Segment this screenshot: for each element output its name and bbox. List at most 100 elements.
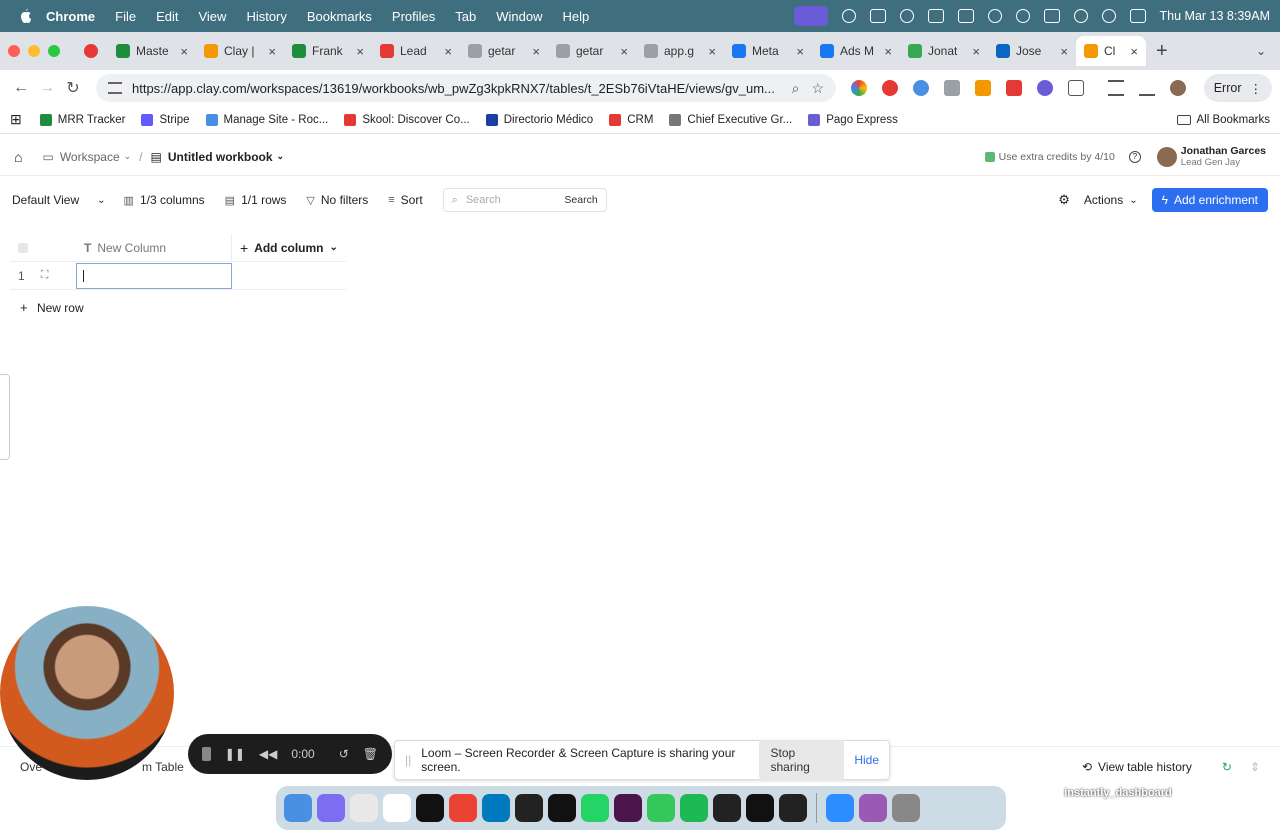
error-button[interactable]: Error ⋮ [1203, 74, 1272, 102]
play-status-icon[interactable] [987, 9, 1002, 23]
close-tab-icon[interactable]: × [972, 44, 980, 59]
dock-app-icon[interactable] [515, 794, 543, 822]
user-menu[interactable]: Jonathan Garces Lead Gen Jay [1156, 145, 1266, 168]
drag-handle-icon[interactable]: || [405, 753, 411, 767]
dock-app-icon[interactable] [284, 794, 312, 822]
search-button[interactable]: Search [564, 194, 597, 206]
rows-button[interactable]: ▤ 1/1 rows [225, 193, 287, 207]
dock-app-icon[interactable] [317, 794, 345, 822]
download-icon[interactable] [1139, 80, 1155, 96]
menu-help[interactable]: Help [563, 9, 590, 24]
openai-status-icon[interactable] [899, 9, 914, 23]
menu-view[interactable]: View [198, 9, 226, 24]
view-selector[interactable]: Default View ⌄ [12, 193, 106, 207]
bookmark-item[interactable]: CRM [609, 113, 653, 126]
rewind-icon[interactable]: ◀◀ [259, 747, 277, 761]
kebab-menu-icon[interactable]: ⋮ [1250, 81, 1263, 96]
refresh-icon[interactable]: ↻ [1222, 760, 1232, 774]
wifi-icon[interactable] [1073, 9, 1088, 23]
close-tab-icon[interactable]: × [796, 44, 804, 59]
pinned-tab[interactable] [78, 36, 108, 66]
browser-tab[interactable]: Clay | × [196, 36, 284, 66]
bookmark-item[interactable]: MRR Tracker [39, 113, 125, 126]
blue-extension-icon[interactable] [913, 80, 929, 96]
bookmark-item[interactable]: Chief Executive Gr... [669, 113, 792, 126]
browser-tab[interactable]: Ads M × [812, 36, 900, 66]
notion-status-icon[interactable] [869, 9, 886, 23]
close-tab-icon[interactable]: × [884, 44, 892, 59]
menu-history[interactable]: History [246, 9, 286, 24]
menubar-clock[interactable]: Thu Mar 13 8:39AM [1160, 9, 1270, 23]
close-tab-icon[interactable]: × [268, 44, 276, 59]
new-tab-icon[interactable]: + [1156, 40, 1168, 63]
add-enrichment-button[interactable]: ϟ Add enrichment [1151, 188, 1268, 212]
dock-app-icon[interactable] [581, 794, 609, 822]
browser-tab[interactable]: Maste × [108, 36, 196, 66]
close-window-icon[interactable] [8, 45, 20, 57]
browser-tab[interactable]: Jose × [988, 36, 1076, 66]
moon-icon[interactable] [1015, 9, 1030, 23]
reload-icon[interactable]: ↻ [60, 78, 86, 98]
menu-profiles[interactable]: Profiles [392, 9, 435, 24]
apple-icon[interactable] [18, 8, 32, 24]
resize-icon[interactable]: ⇕ [1250, 760, 1260, 774]
browser-tab[interactable]: Meta × [724, 36, 812, 66]
pause-icon[interactable]: ❚❚ [225, 747, 245, 761]
badge-extension-icon[interactable] [1037, 80, 1053, 96]
zoom-status-icon[interactable] [841, 9, 856, 23]
google-extension-icon[interactable] [851, 80, 867, 96]
calendar-status-icon[interactable] [957, 9, 974, 23]
browser-tab[interactable]: Frank × [284, 36, 372, 66]
dock-app-icon[interactable] [779, 794, 807, 822]
menu-window[interactable]: Window [496, 9, 542, 24]
extra-credits-notice[interactable]: Use extra credits by 4/10 [984, 151, 1115, 163]
table-tab[interactable]: m Table [142, 760, 184, 774]
restart-icon[interactable]: ↺ [339, 747, 349, 761]
bookmark-item[interactable]: Directorio Médico [485, 113, 593, 126]
pen-extension-icon[interactable] [975, 80, 991, 96]
dock-app-icon[interactable] [350, 794, 378, 822]
control-center-icon[interactable] [1129, 9, 1146, 23]
dock-app-icon[interactable] [859, 794, 887, 822]
webcam-bubble[interactable] [0, 606, 174, 780]
maximize-window-icon[interactable] [48, 45, 60, 57]
select-all-checkbox[interactable] [10, 234, 76, 261]
menu-bookmarks[interactable]: Bookmarks [307, 9, 372, 24]
browser-tab[interactable]: Lead × [372, 36, 460, 66]
menu-app-name[interactable]: Chrome [46, 9, 95, 24]
forward-arrow-icon[interactable]: → [34, 79, 60, 97]
menu-file[interactable]: File [115, 9, 136, 24]
sort-button[interactable]: ≡ Sort [388, 193, 422, 207]
new-row-button[interactable]: + New row [20, 300, 84, 315]
gray-extension-icon[interactable] [944, 80, 960, 96]
bookmark-item[interactable]: Skool: Discover Co... [344, 113, 470, 126]
browser-tab[interactable]: getar × [460, 36, 548, 66]
columns-button[interactable]: ▥ 1/3 columns [124, 193, 205, 207]
column-header[interactable]: T New Column [76, 234, 232, 261]
c-extension-icon[interactable] [1006, 80, 1022, 96]
search-input[interactable]: ⌕ Search Search [442, 188, 607, 212]
dock-app-icon[interactable] [680, 794, 708, 822]
bookmark-star-icon[interactable]: ☆ [811, 80, 824, 97]
pokeball-extension-icon[interactable] [882, 80, 898, 96]
close-tab-icon[interactable]: × [356, 44, 364, 59]
window-status-icon[interactable] [927, 9, 944, 23]
breadcrumb-workspace[interactable]: ▭ Workspace ⌄ [42, 150, 131, 164]
dock-app-icon[interactable] [647, 794, 675, 822]
close-tab-icon[interactable]: × [1060, 44, 1068, 59]
stop-recording-icon[interactable] [202, 747, 211, 761]
gear-icon[interactable]: ⚙ [1058, 192, 1070, 208]
tab-search-chevron-icon[interactable]: ⌄ [1256, 44, 1266, 58]
close-tab-icon[interactable]: × [1130, 44, 1138, 59]
dock-app-icon[interactable] [449, 794, 477, 822]
browser-tab[interactable]: getar × [548, 36, 636, 66]
dock-app-icon[interactable] [383, 794, 411, 822]
stop-sharing-button[interactable]: Stop sharing [758, 740, 845, 780]
dock-app-icon[interactable] [482, 794, 510, 822]
hide-button[interactable]: Hide [854, 753, 879, 767]
dock-app-icon[interactable] [713, 794, 741, 822]
close-tab-icon[interactable]: × [708, 44, 716, 59]
puzzle-extensions-icon[interactable] [1068, 80, 1084, 96]
home-icon[interactable]: ⌂ [14, 149, 22, 165]
view-table-history-button[interactable]: ⟲ View table history [1082, 760, 1192, 774]
